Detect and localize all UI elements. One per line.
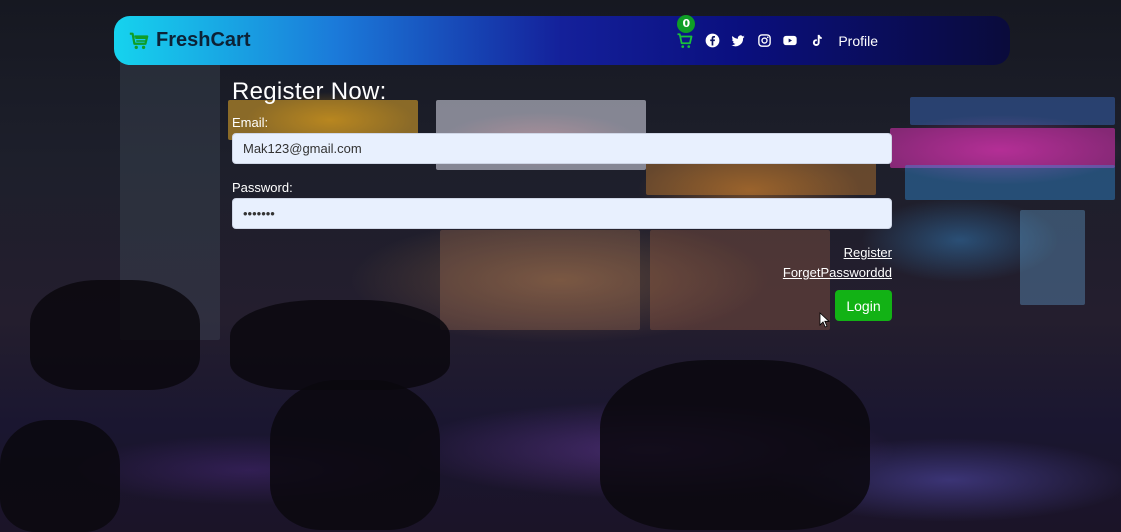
cart-button[interactable]: 0: [676, 14, 696, 50]
background-image: [0, 0, 1121, 532]
profile-link[interactable]: Profile: [838, 33, 878, 49]
password-field[interactable]: [232, 198, 892, 229]
brand-name: FreshCart: [156, 29, 251, 51]
instagram-icon[interactable]: [756, 33, 772, 49]
login-button[interactable]: Login: [835, 290, 892, 321]
register-link[interactable]: Register: [844, 245, 892, 260]
email-field[interactable]: [232, 133, 892, 164]
email-label: Email:: [232, 115, 269, 130]
mouse-cursor-icon: [819, 312, 831, 328]
password-label: Password:: [232, 180, 293, 195]
youtube-icon[interactable]: [782, 33, 798, 49]
cart-count-badge: 0: [677, 14, 696, 33]
twitter-icon[interactable]: [730, 33, 746, 49]
tiktok-icon[interactable]: [808, 33, 824, 49]
cart-icon: [677, 32, 693, 48]
cart-logo-icon: [129, 32, 149, 49]
page-title: Register Now:: [232, 78, 387, 105]
nav-icons: 0 Profile: [676, 14, 878, 50]
forget-password-link[interactable]: ForgetPassworddd: [783, 265, 892, 280]
navbar: FreshCart 0 Profile: [114, 14, 1010, 65]
brand[interactable]: FreshCart: [128, 29, 250, 52]
facebook-icon[interactable]: [704, 33, 720, 49]
